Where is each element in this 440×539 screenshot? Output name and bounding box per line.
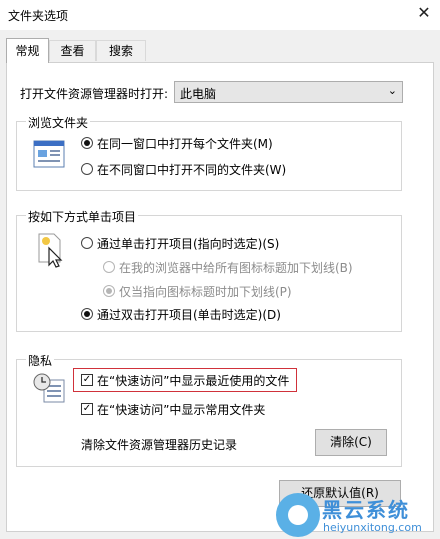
- radio-new-window-label[interactable]: 在不同窗口中打开不同的文件夹(W): [97, 161, 286, 178]
- radio-new-window[interactable]: [81, 163, 93, 175]
- tab-search[interactable]: 搜索: [96, 40, 146, 61]
- open-explorer-label: 打开文件资源管理器时打开:: [20, 87, 169, 101]
- chevron-down-icon: ⌄: [387, 84, 397, 97]
- close-icon[interactable]: ✕: [414, 3, 434, 22]
- window-title: 文件夹选项: [8, 9, 69, 23]
- radio-underline-hover: [103, 285, 115, 297]
- radio-underline-all: [103, 261, 115, 273]
- checkbox-recent-files[interactable]: ✓: [81, 374, 93, 386]
- window-icon: [33, 140, 65, 168]
- watermark-logo-icon: [276, 493, 320, 537]
- radio-double-click-label[interactable]: 通过双击打开项目(单击时选定)(D): [97, 306, 281, 323]
- tab-general[interactable]: 常规: [6, 38, 49, 63]
- radio-same-window-label[interactable]: 在同一窗口中打开每个文件夹(M): [97, 135, 273, 152]
- watermark-url: heiyunxitong.com: [323, 521, 422, 534]
- browse-folders-legend: 浏览文件夹: [26, 114, 91, 131]
- tab-view[interactable]: 查看: [49, 40, 96, 61]
- radio-single-click-label[interactable]: 通过单击打开项目(指向时选定)(S): [97, 235, 279, 252]
- open-explorer-value: 此电脑: [180, 87, 217, 101]
- browse-folders-group: [16, 121, 402, 191]
- open-explorer-select[interactable]: 此电脑 ⌄: [174, 81, 403, 103]
- privacy-legend: 隐私: [26, 352, 55, 369]
- checkbox-frequent-folders[interactable]: ✓: [81, 403, 93, 415]
- clear-button[interactable]: 清除(C): [315, 429, 387, 456]
- checkbox-frequent-folders-label[interactable]: 在“快速访问”中显示常用文件夹: [97, 401, 265, 418]
- radio-double-click[interactable]: [81, 308, 93, 320]
- radio-underline-hover-label: 仅当指向图标标题时加下划线(P): [119, 285, 292, 299]
- click-items-legend: 按如下方式单击项目: [26, 208, 139, 225]
- watermark-name: 黑云系统: [322, 498, 410, 522]
- radio-underline-all-label: 在我的浏览器中给所有图标标题加下划线(B): [119, 261, 353, 275]
- radio-single-click[interactable]: [81, 237, 93, 249]
- clock-files-icon: [32, 372, 66, 404]
- cursor-file-icon: [36, 232, 66, 268]
- radio-same-window[interactable]: [81, 137, 93, 149]
- clear-history-label: 清除文件资源管理器历史记录: [81, 438, 238, 452]
- checkbox-recent-files-label[interactable]: 在“快速访问”中显示最近使用的文件: [97, 372, 289, 389]
